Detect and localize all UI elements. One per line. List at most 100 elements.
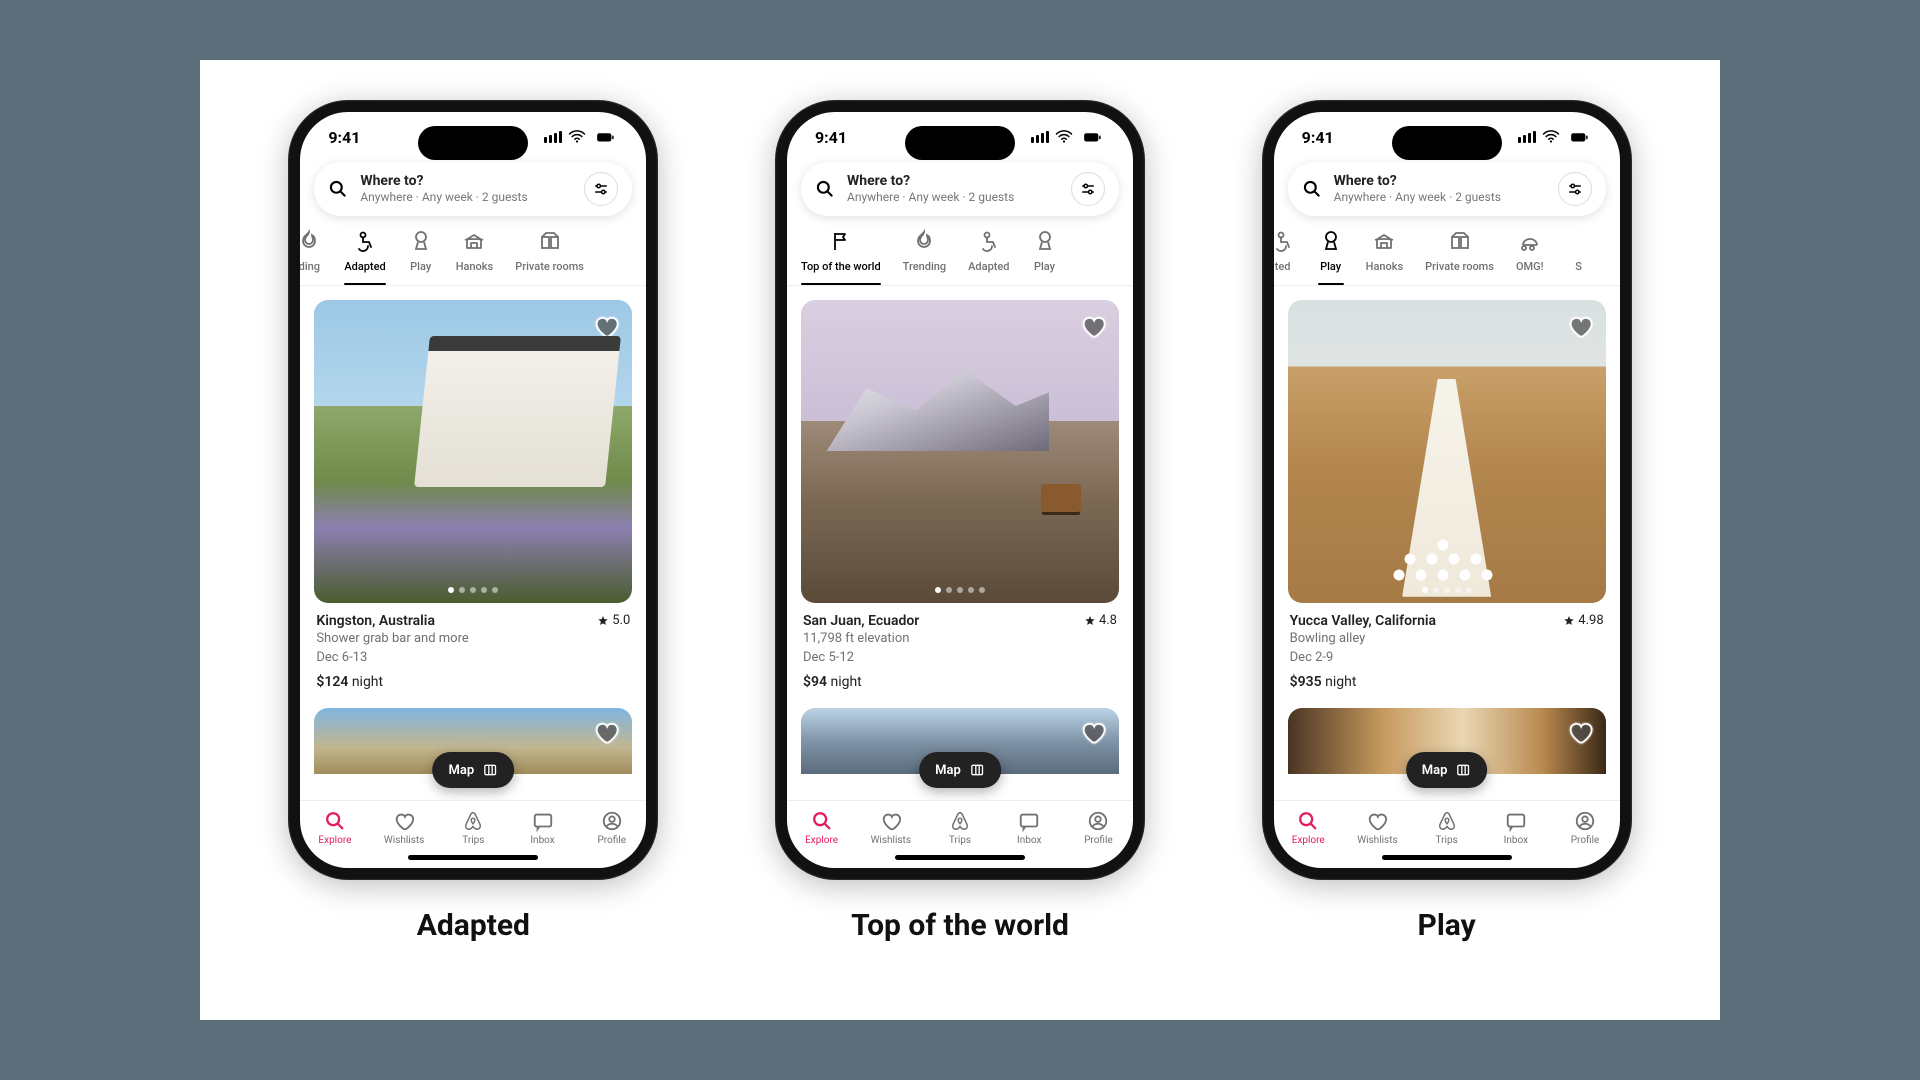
listing-info: San Juan, Ecuador 4.8 11,798 ft elevatio… — [801, 603, 1119, 690]
listing-location: Kingston, Australia — [316, 613, 435, 629]
nav-inbox[interactable]: Inbox — [1481, 801, 1550, 854]
filter-button[interactable] — [1558, 172, 1592, 206]
tab-play[interactable]: Play — [1318, 228, 1344, 285]
nav-explore[interactable]: Explore — [1274, 801, 1343, 854]
tab-adapted[interactable]: Adapted — [344, 228, 385, 285]
search-text: Where to? Anywhere · Any week · 2 guests — [1334, 173, 1546, 204]
phone-frame: 9:41 Where to? Anywhere · Any week · 2 g… — [775, 100, 1145, 880]
category-tabs[interactable]: ted Play Hanoks Private rooms — [1274, 216, 1620, 286]
wheelchair-icon — [976, 228, 1002, 254]
wishlist-heart-button[interactable] — [1079, 718, 1107, 746]
filter-icon — [1566, 180, 1584, 198]
nav-profile[interactable]: Profile — [1064, 801, 1133, 854]
play-icon — [1318, 228, 1344, 254]
search-icon — [324, 810, 346, 832]
tab-hanoks[interactable]: Hanoks — [456, 228, 494, 285]
tab-top-of-world[interactable]: Top of the world — [801, 228, 881, 285]
nav-wishlists[interactable]: Wishlists — [370, 801, 439, 854]
nav-trips[interactable]: Trips — [439, 801, 508, 854]
tab-play[interactable]: Play — [1032, 228, 1058, 285]
map-label: Map — [935, 763, 961, 778]
listing-location: Yucca Valley, California — [1290, 613, 1436, 629]
category-tabs[interactable]: ding Adapted Play Hanoks — [300, 216, 646, 286]
nav-wishlists[interactable]: Wishlists — [1343, 801, 1412, 854]
tab-label: Play — [410, 260, 431, 273]
phone-column-top-of-world: 9:41 Where to? Anywhere · Any week · 2 g… — [775, 100, 1145, 943]
profile-icon — [1574, 810, 1596, 832]
tab-hanoks[interactable]: Hanoks — [1366, 228, 1404, 285]
dynamic-island — [905, 126, 1015, 160]
tab-adapted[interactable]: Adapted — [968, 228, 1009, 285]
map-icon — [969, 762, 985, 778]
wheelchair-icon — [1274, 228, 1296, 254]
wishlist-heart-button[interactable] — [592, 312, 620, 340]
map-button[interactable]: Map — [919, 752, 1001, 788]
wishlist-heart-button[interactable] — [1566, 312, 1594, 340]
tab-label: Private rooms — [1425, 260, 1494, 273]
map-label: Map — [448, 763, 474, 778]
filter-button[interactable] — [584, 172, 618, 206]
listing-photo[interactable] — [1288, 300, 1606, 603]
category-tabs[interactable]: Top of the world Trending Adapted Play — [787, 216, 1133, 286]
nav-trips[interactable]: Trips — [1412, 801, 1481, 854]
tab-adapted-partial[interactable]: ted — [1274, 228, 1296, 285]
wishlist-heart-button[interactable] — [1079, 312, 1107, 340]
listing-dates: Dec 5-12 — [803, 648, 1117, 668]
nav-explore[interactable]: Explore — [300, 801, 369, 854]
listing-card[interactable]: Yucca Valley, California 4.98 Bowling al… — [1288, 300, 1606, 690]
map-button[interactable]: Map — [432, 752, 514, 788]
listing-feed[interactable]: Kingston, Australia 5.0 Shower grab bar … — [300, 286, 646, 800]
search-subtitle: Anywhere · Any week · 2 guests — [1334, 190, 1546, 204]
phone-frame: 9:41 Where to? Anywhere · Any week · 2 g… — [288, 100, 658, 880]
tab-omg[interactable]: OMG! — [1516, 228, 1544, 285]
nav-profile[interactable]: Profile — [577, 801, 646, 854]
listing-feed[interactable]: Yucca Valley, California 4.98 Bowling al… — [1274, 286, 1620, 800]
tab-label: ted — [1275, 260, 1291, 273]
heart-icon — [1366, 810, 1388, 832]
tab-label: Hanoks — [1366, 260, 1404, 273]
nav-explore[interactable]: Explore — [787, 801, 856, 854]
wifi-icon — [568, 128, 586, 146]
search-bar[interactable]: Where to? Anywhere · Any week · 2 guests — [1288, 162, 1606, 216]
cellular-icon — [1031, 131, 1049, 143]
tab-private-rooms[interactable]: Private rooms — [1425, 228, 1494, 285]
listing-card[interactable]: Kingston, Australia 5.0 Shower grab bar … — [314, 300, 632, 690]
wishlist-heart-button[interactable] — [1566, 718, 1594, 746]
nav-inbox[interactable]: Inbox — [508, 801, 577, 854]
tab-label: Adapted — [968, 260, 1009, 273]
search-text: Where to? Anywhere · Any week · 2 guests — [847, 173, 1059, 204]
search-icon — [1297, 810, 1319, 832]
search-title: Where to? — [360, 173, 572, 190]
listing-photo[interactable] — [314, 300, 632, 603]
tab-play[interactable]: Play — [408, 228, 434, 285]
listing-card[interactable]: San Juan, Ecuador 4.8 11,798 ft elevatio… — [801, 300, 1119, 690]
wishlist-heart-button[interactable] — [592, 718, 620, 746]
filter-button[interactable] — [1071, 172, 1105, 206]
nav-profile[interactable]: Profile — [1550, 801, 1619, 854]
nav-trips[interactable]: Trips — [925, 801, 994, 854]
battery-icon — [1079, 128, 1105, 146]
tab-partial[interactable]: S — [1566, 228, 1592, 285]
listing-subtitle: Shower grab bar and more — [316, 629, 630, 649]
listing-feed[interactable]: San Juan, Ecuador 4.8 11,798 ft elevatio… — [787, 286, 1133, 800]
trending-icon — [300, 228, 322, 254]
fire-icon — [911, 228, 937, 254]
search-bar[interactable]: Where to? Anywhere · Any week · 2 guests — [314, 162, 632, 216]
map-button[interactable]: Map — [1406, 752, 1488, 788]
phone-screen: 9:41 Where to? Anywhere · Any week · 2 g… — [1274, 112, 1620, 868]
photo-pagination-dots — [448, 587, 498, 593]
listing-photo[interactable] — [801, 300, 1119, 603]
showcase-canvas: 9:41 Where to? Anywhere · Any week · 2 g… — [200, 60, 1720, 1020]
dynamic-island — [1392, 126, 1502, 160]
listing-info: Kingston, Australia 5.0 Shower grab bar … — [314, 603, 632, 690]
tab-private-rooms[interactable]: Private rooms — [515, 228, 584, 285]
wifi-icon — [1055, 128, 1073, 146]
tab-trending-partial[interactable]: ding — [300, 228, 322, 285]
airbnb-icon — [462, 810, 484, 832]
play-icon — [408, 228, 434, 254]
search-title: Where to? — [847, 173, 1059, 190]
nav-wishlists[interactable]: Wishlists — [856, 801, 925, 854]
search-bar[interactable]: Where to? Anywhere · Any week · 2 guests — [801, 162, 1119, 216]
tab-trending[interactable]: Trending — [903, 228, 946, 285]
nav-inbox[interactable]: Inbox — [995, 801, 1064, 854]
